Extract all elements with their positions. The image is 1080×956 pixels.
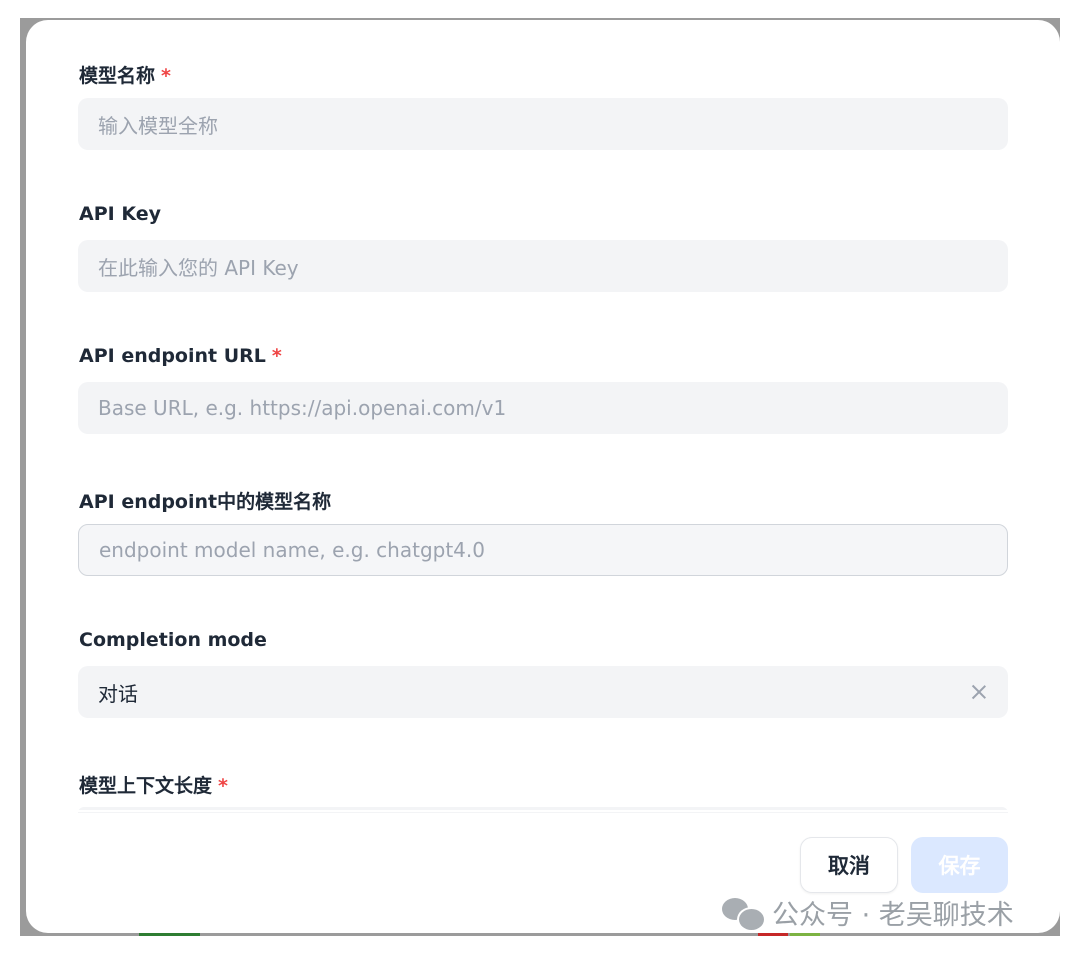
save-button[interactable]: 保存 <box>911 837 1008 893</box>
completion-mode-select[interactable]: 对话 <box>78 666 1008 718</box>
required-mark: * <box>271 345 282 367</box>
footer-divider <box>26 810 1060 812</box>
model-config-dialog: 模型名称 * 输入模型全称 API Key 在此输入您的 API Key API … <box>26 20 1060 933</box>
endpoint-model-name-label: API endpoint中的模型名称 <box>79 491 332 513</box>
model-name-placeholder: 输入模型全称 <box>98 113 218 138</box>
model-name-input[interactable]: 输入模型全称 <box>78 98 1008 150</box>
api-key-input[interactable]: 在此输入您的 API Key <box>78 240 1008 292</box>
required-mark: * <box>161 65 171 87</box>
completion-mode-value: 对话 <box>98 681 138 706</box>
endpoint-url-placeholder: Base URL, e.g. https://api.openai.com/v1 <box>98 396 507 420</box>
api-key-placeholder: 在此输入您的 API Key <box>98 255 299 280</box>
close-icon[interactable] <box>970 683 988 701</box>
required-mark: * <box>218 775 228 797</box>
watermark: 公众号 · 老吴聊技术 <box>722 893 1014 932</box>
context-length-label: 模型上下文长度 * <box>79 775 228 797</box>
cancel-button[interactable]: 取消 <box>800 837 898 893</box>
endpoint-url-label: API endpoint URL * <box>79 345 282 367</box>
completion-mode-label: Completion mode <box>79 629 267 651</box>
model-name-label: 模型名称 * <box>79 65 171 87</box>
api-key-label: API Key <box>79 203 161 225</box>
wechat-icon <box>722 896 766 932</box>
watermark-text: 公众号 · 老吴聊技术 <box>772 900 1014 931</box>
endpoint-model-name-input[interactable]: endpoint model name, e.g. chatgpt4.0 <box>78 524 1008 576</box>
endpoint-model-name-placeholder: endpoint model name, e.g. chatgpt4.0 <box>99 538 485 562</box>
endpoint-url-input[interactable]: Base URL, e.g. https://api.openai.com/v1 <box>78 382 1008 434</box>
